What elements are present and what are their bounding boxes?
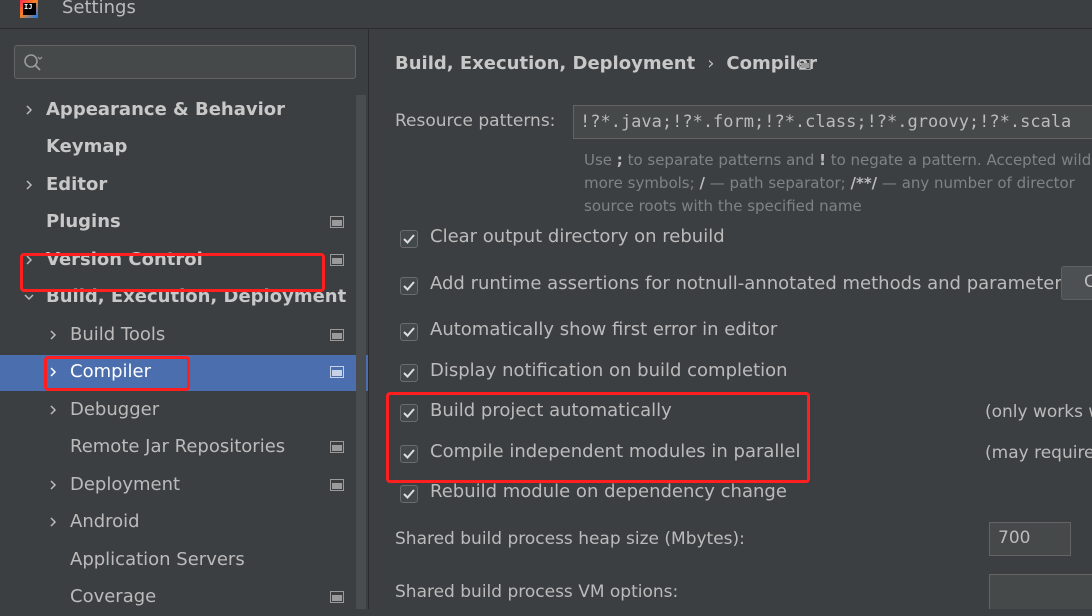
settings-sidebar: Appearance & Behavior Keymap Editor Plug… [0, 29, 368, 609]
tree-item-debugger[interactable]: Debugger [0, 393, 368, 429]
project-level-icon [330, 366, 344, 378]
compile-parallel-note: (may require [985, 443, 1092, 463]
project-level-icon [799, 59, 811, 70]
tree-item-label: Deployment [70, 474, 181, 495]
highlight-build-execution-deployment [20, 253, 325, 292]
vm-options-input[interactable] [989, 574, 1092, 609]
checkmark-icon [403, 234, 415, 244]
rebuild-module-label: Rebuild module on dependency change [430, 481, 787, 502]
chevron-right-icon[interactable] [48, 480, 58, 490]
tree-item-editor[interactable]: Editor [0, 168, 368, 204]
search-icon [24, 54, 43, 71]
breadcrumb: Build, Execution, Deployment › Compiler [395, 53, 817, 74]
chevron-right-icon[interactable] [48, 517, 58, 527]
project-level-icon [330, 479, 344, 491]
tree-item-label: Plugins [46, 211, 121, 232]
tree-item-coverage[interactable]: Coverage [0, 580, 368, 616]
project-level-icon [330, 216, 344, 228]
tree-item-application-servers[interactable]: Application Servers [0, 543, 368, 579]
sidebar-scrollbar[interactable] [356, 95, 366, 609]
tree-item-label: Coverage [70, 586, 157, 607]
settings-search-box[interactable] [14, 45, 356, 79]
vm-options-label: Shared build process VM options: [395, 582, 679, 602]
highlight-build-options [386, 392, 810, 483]
tree-item-label: Application Servers [70, 549, 245, 570]
tree-item-appearance-behavior[interactable]: Appearance & Behavior [0, 93, 368, 129]
show-first-error-label: Automatically show first error in editor [430, 319, 778, 340]
runtime-assertions-checkbox[interactable] [400, 277, 418, 295]
tree-item-label: Build Tools [70, 324, 166, 345]
tree-item-label: Editor [46, 174, 108, 195]
build-automatically-note: (only works w [985, 402, 1092, 422]
resource-patterns-input[interactable]: !?*.java;!?*.form;!?*.class;!?*.groovy;!… [573, 105, 1092, 139]
tree-item-android[interactable]: Android [0, 505, 368, 541]
settings-search-input[interactable] [49, 48, 353, 78]
chevron-right-icon[interactable] [48, 330, 58, 340]
tree-item-remote-jar-repositories[interactable]: Remote Jar Repositories [0, 430, 368, 466]
tree-item-label: Keymap [46, 136, 128, 157]
clear-output-label: Clear output directory on rebuild [430, 226, 725, 247]
heap-size-input[interactable]: 700 [989, 522, 1071, 556]
rebuild-module-checkbox[interactable] [400, 485, 418, 503]
checkmark-icon [403, 368, 415, 378]
tree-item-label: Debugger [70, 399, 160, 420]
resource-patterns-hint: Use ; to separate patterns and ! to nega… [584, 151, 1092, 215]
app-icon-text: IJ [23, 3, 36, 15]
checkmark-icon [403, 281, 415, 291]
checkmark-icon [403, 489, 415, 499]
display-notification-label: Display notification on build completion [430, 360, 788, 381]
project-level-icon [330, 441, 344, 453]
tree-item-build-tools[interactable]: Build Tools [0, 318, 368, 354]
chevron-down-icon[interactable] [24, 292, 34, 302]
tree-item-keymap[interactable]: Keymap [0, 130, 368, 166]
resource-patterns-label: Resource patterns: [395, 111, 556, 131]
show-first-error-checkbox[interactable] [400, 323, 418, 341]
configure-annotations-button[interactable]: C [1061, 266, 1092, 300]
tree-item-label: Remote Jar Repositories [70, 436, 286, 457]
project-level-icon [330, 254, 344, 266]
heap-size-label: Shared build process heap size (Mbytes): [395, 529, 745, 549]
compiler-settings-panel: Build, Execution, Deployment › Compiler Re… [369, 29, 1092, 609]
tree-item-deployment[interactable]: Deployment [0, 468, 368, 504]
intellij-app-icon: IJ [20, 0, 38, 18]
chevron-right-icon[interactable] [24, 105, 34, 115]
highlight-compiler [44, 356, 190, 391]
title-bar: IJ Settings [0, 0, 1092, 29]
project-level-icon [330, 329, 344, 341]
display-notification-checkbox[interactable] [400, 364, 418, 382]
clear-output-checkbox[interactable] [400, 230, 418, 248]
tree-item-label: Android [70, 511, 140, 532]
breadcrumb-separator: › [707, 53, 715, 74]
tree-item-label: Appearance & Behavior [46, 99, 286, 120]
chevron-right-icon[interactable] [24, 180, 34, 190]
runtime-assertions-label: Add runtime assertions for notnull-annot… [430, 273, 1072, 294]
breadcrumb-parent[interactable]: Build, Execution, Deployment [395, 53, 695, 74]
window-title: Settings [62, 0, 136, 18]
project-level-icon [330, 591, 344, 603]
checkmark-icon [403, 327, 415, 337]
tree-item-plugins[interactable]: Plugins [0, 205, 368, 241]
chevron-right-icon[interactable] [48, 405, 58, 415]
